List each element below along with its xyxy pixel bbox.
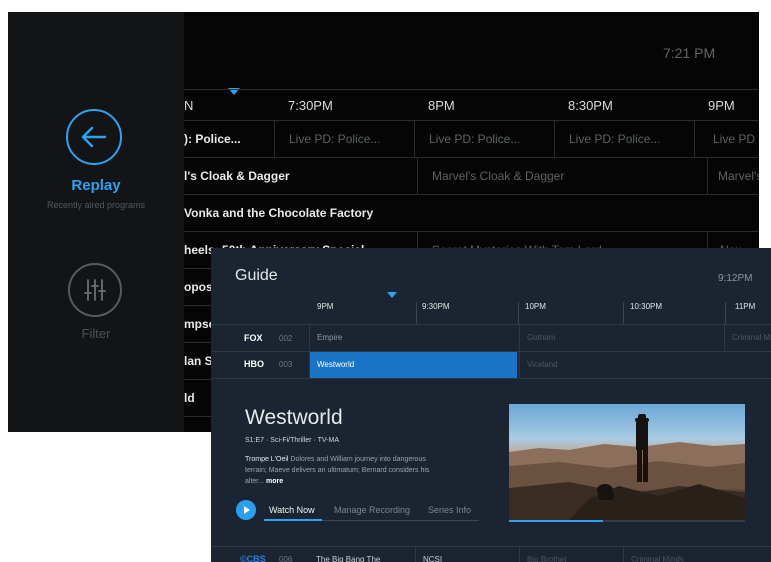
divider <box>184 89 759 90</box>
timeline-tick <box>725 302 726 324</box>
more-link[interactable]: more <box>264 478 283 485</box>
program-thumbnail <box>509 404 745 520</box>
channel-number: 002 <box>279 334 293 343</box>
replay-label: Replay <box>71 177 121 194</box>
program-cell[interactable]: Viceland <box>519 352 771 378</box>
timeline-label: N <box>184 98 194 113</box>
current-time-marker <box>387 292 397 298</box>
timeline-label: 11PM <box>735 302 756 311</box>
program-cell[interactable]: Criminal Minds <box>724 325 771 351</box>
episode-title: Trompe L'Oeil <box>245 456 289 463</box>
program-cell[interactable]: Vonka and the Chocolate Factory <box>184 195 584 231</box>
channel-logo: FOX <box>244 333 263 343</box>
program-cell[interactable]: Live PD <box>694 121 759 157</box>
landscape-image <box>509 414 745 520</box>
program-cell[interactable]: NCSI <box>415 547 519 562</box>
program-cell[interactable]: Gotham <box>519 325 724 351</box>
program-cell[interactable]: l's Cloak & Dagger <box>184 158 417 194</box>
program-cell[interactable]: Marvel's Cloak & Dagger <box>417 158 707 194</box>
program-title: Westworld <box>245 406 343 429</box>
guide-window: Guide 9:12PM 9PM 9:30PM 10PM 10:30PM 11P… <box>211 248 771 562</box>
selected-program-cell[interactable]: Westworld <box>309 352 517 378</box>
program-cell[interactable]: Marvel's <box>707 158 759 194</box>
watch-progress-bar <box>509 520 745 522</box>
watch-now-button[interactable]: Watch Now <box>269 505 315 515</box>
program-cell[interactable]: ): Police... <box>184 121 281 157</box>
replay-button[interactable] <box>66 109 122 165</box>
watch-progress-fill <box>509 520 604 522</box>
timeline-label: 7:30PM <box>288 98 333 113</box>
program-cell[interactable]: Big Brother <box>519 547 623 562</box>
series-info-button[interactable]: Series Info <box>428 505 471 515</box>
page-title: Guide <box>235 267 278 284</box>
back-arrow-icon <box>81 126 107 148</box>
sidebar: Replay Recently aired programs Filter <box>8 12 184 432</box>
program-cell[interactable]: The Big Bang The <box>309 547 415 562</box>
timeline-label: 8PM <box>428 98 455 113</box>
timeline-label: 10PM <box>525 302 546 311</box>
program-description: Trompe L'Oeil Dolores and William journe… <box>245 454 435 487</box>
manage-recording-button[interactable]: Manage Recording <box>334 505 410 515</box>
play-icon <box>244 506 250 514</box>
active-tab-indicator <box>264 519 322 521</box>
timeline-tick <box>416 302 417 324</box>
program-cell[interactable]: Live PD: Police... <box>554 121 694 157</box>
timeline-label: 8:30PM <box>568 98 613 113</box>
sliders-icon <box>84 279 106 301</box>
program-meta: S1:E7 · Sci-Fi/Thriller · TV-MA <box>245 437 339 444</box>
channel-logo: HBO <box>244 359 264 369</box>
channel-number: 006 <box>279 555 293 562</box>
filter-label: Filter <box>81 326 111 341</box>
replay-subtitle: Recently aired programs <box>46 200 146 210</box>
channel-number: 003 <box>279 360 293 369</box>
program-cell[interactable]: Live PD: Police... <box>414 121 554 157</box>
timeline-tick <box>518 302 519 324</box>
timeline-label: 10:30PM <box>630 302 663 311</box>
play-button[interactable] <box>236 500 256 520</box>
timeline-label: 9:30PM <box>422 302 450 311</box>
timeline-tick <box>623 302 624 324</box>
channel-logo: ©CBS <box>240 554 266 562</box>
divider <box>211 378 771 379</box>
filter-button[interactable] <box>68 263 122 317</box>
timeline-label: 9PM <box>317 302 334 311</box>
program-cell[interactable]: Live PD: Police... <box>274 121 414 157</box>
program-cell[interactable]: Empire <box>309 325 519 351</box>
timeline-label: 9PM <box>708 98 735 113</box>
program-cell[interactable]: Criminal Minds <box>623 547 771 562</box>
clock: 9:12PM <box>718 273 753 284</box>
